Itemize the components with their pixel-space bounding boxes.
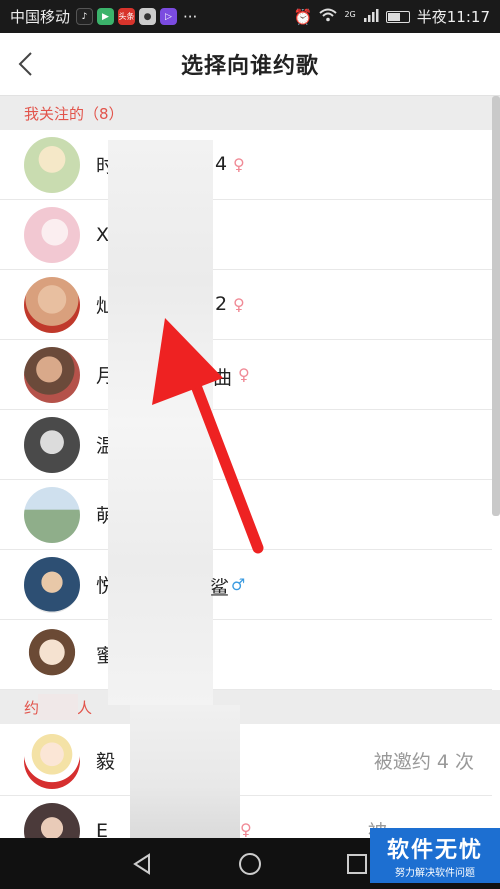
name-suffix: 4 [215,153,228,175]
status-bar: 中国移动 ♪ ▶ 头条 ● ▷ ··· ⏰ 2G 半夜11:17 [0,0,500,33]
video-app-icon: ▶ [97,8,115,25]
chat-icon: ● [139,8,157,25]
clock-time: 半夜11:17 [416,8,490,26]
circle-home-icon [238,852,261,875]
name-suffix: 2 [215,293,228,315]
user-name: 毅 [96,751,116,773]
avatar [24,206,80,263]
douyin-icon: ♪ [76,8,94,25]
list-item[interactable]: 蜜 [0,620,492,690]
scrollbar[interactable] [492,96,500,516]
nav-recents-button[interactable] [344,851,370,877]
list-item[interactable]: 温 [0,410,492,480]
female-icon: ♀ [238,365,250,384]
list-item[interactable]: 毅 被邀约 4 次 [0,726,492,796]
triangle-back-icon [133,852,151,875]
section-header-followed: 我关注的（8） [0,96,500,130]
female-icon: ♀ [240,820,252,839]
signal-icon [363,8,379,26]
privacy-blur [38,694,78,720]
battery-icon [385,10,410,23]
square-recents-icon [346,853,367,874]
avatar [24,136,80,193]
wifi-icon [319,8,338,26]
chevron-left-icon [18,52,32,76]
page-title: 选择向谁约歌 [180,54,319,79]
female-icon: ♀ [233,155,245,174]
list-item[interactable]: 时 [0,130,492,200]
male-icon: ♂ [231,575,246,594]
list-item[interactable]: X- [0,200,492,270]
avatar [24,346,80,403]
news-app-icon: 头条 [118,8,136,25]
header: 选择向谁约歌 [0,33,500,96]
more-notifications: ··· [183,7,198,26]
watermark-logo: 软件无忧 努力解决软件问题 [370,828,500,883]
video-player-icon: ▷ [160,8,178,25]
nav-back-button[interactable] [130,851,156,877]
watermark-title: 软件无忧 [386,838,483,863]
list-item[interactable]: 悦 [0,550,492,620]
list-item[interactable]: 萌 [0,480,492,550]
list-item[interactable]: 灿 [0,270,492,340]
carrier-label: 中国移动 [10,8,71,26]
back-button[interactable] [12,49,42,79]
female-icon: ♀ [233,295,245,314]
avatar [24,416,80,473]
privacy-blur [130,705,240,840]
alarm-icon: ⏰ [293,7,313,26]
watermark-subtitle: 努力解决软件问题 [395,868,475,879]
network-type-label: 2G [344,10,356,19]
avatar [24,732,80,789]
name-suffix: 鲨 [210,577,230,599]
nav-home-button[interactable] [237,851,263,877]
screen: 中国移动 ♪ ▶ 头条 ● ▷ ··· ⏰ 2G 半夜11:17 选择向谁约歌 … [0,0,500,889]
invite-count-label: 被邀约 4 次 [373,751,474,773]
avatar [24,276,80,333]
privacy-blur [108,140,213,705]
name-suffix: 曲 [213,367,233,389]
avatar [24,486,80,543]
avatar [24,626,80,683]
avatar [24,556,80,613]
